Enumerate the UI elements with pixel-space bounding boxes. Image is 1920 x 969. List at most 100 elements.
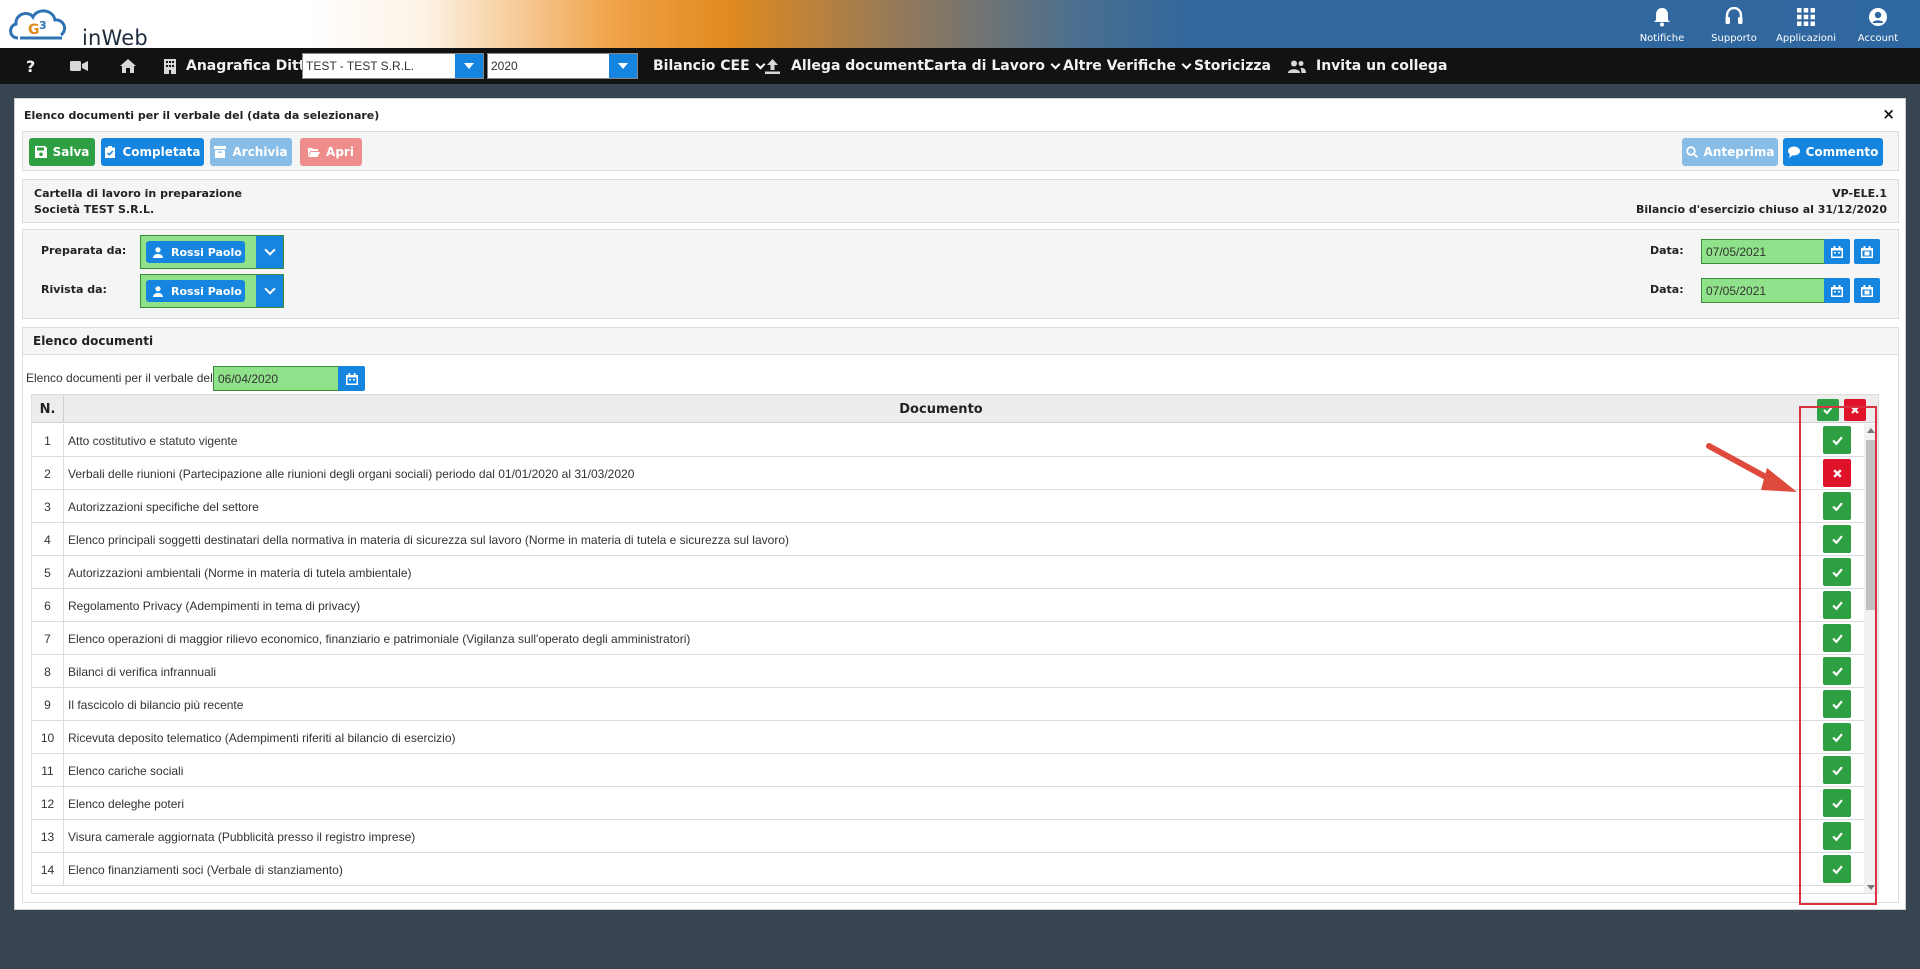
rivista-data-label: Data: xyxy=(1650,283,1684,296)
row-number: 5 xyxy=(32,556,64,589)
close-icon[interactable]: × xyxy=(1882,105,1895,123)
preparata-label: Preparata da: xyxy=(41,244,127,257)
verbale-calendar-button[interactable] xyxy=(338,366,365,391)
table-row: 9 Il fascicolo di bilancio più recente xyxy=(32,688,1878,721)
altre-verifiche-label: Altre Verifiche xyxy=(1063,58,1177,74)
storicizza-link[interactable]: Storicizza xyxy=(1194,48,1271,84)
row-document: Visura camerale aggiornata (Pubblicità p… xyxy=(68,829,416,844)
year-select-toggle[interactable] xyxy=(609,54,637,78)
account-button[interactable]: Account xyxy=(1842,0,1914,48)
table-row: 2 Verbali delle riunioni (Partecipazione … xyxy=(32,457,1878,490)
row-document: Bilanci di verifica infrannuali xyxy=(68,664,217,679)
period-text: Bilancio d'esercizio chiuso al 31/12/202… xyxy=(1635,203,1887,216)
archivia-button[interactable]: Archivia xyxy=(210,138,292,166)
user-icon xyxy=(153,246,163,258)
user-icon xyxy=(153,285,163,297)
video-camera-icon xyxy=(70,61,88,71)
rivista-user-dropdown[interactable] xyxy=(256,275,283,307)
table-row: 7 Elenco operazioni di maggior rilievo ec… xyxy=(32,622,1878,655)
preparata-user-name: Rossi Paolo xyxy=(171,245,242,259)
rivista-user-select[interactable]: Rossi Paolo xyxy=(140,274,284,308)
help-button[interactable]: ? xyxy=(26,48,35,84)
row-document: Elenco principali soggetti destinatari d… xyxy=(68,532,789,547)
row-number: 9 xyxy=(32,688,64,721)
carta-di-lavoro-label: Carta di Lavoro xyxy=(924,58,1045,74)
altre-verifiche-menu[interactable]: Altre Verifiche xyxy=(1063,48,1192,84)
documents-table: N. Documento 1 Atto costitutivo e statuto… xyxy=(31,394,1879,894)
panel-title: Elenco documenti per il verbale del (dat… xyxy=(24,109,380,122)
bell-icon xyxy=(1654,7,1670,26)
caret-down-icon xyxy=(618,63,628,69)
row-document: Ricevuta deposito telematico (Adempiment… xyxy=(68,730,456,745)
home-icon xyxy=(120,59,136,73)
row-document: Elenco operazioni di maggior rilievo eco… xyxy=(68,631,691,646)
status-text: Cartella di lavoro in preparazione xyxy=(34,187,242,200)
preparata-date-input[interactable]: 07/05/2021 xyxy=(1701,239,1825,264)
apps-button[interactable]: Applicazioni xyxy=(1770,0,1842,48)
apps-label: Applicazioni xyxy=(1776,32,1836,44)
bilancio-cee-label: Bilancio CEE xyxy=(653,58,750,74)
calendar-check-icon xyxy=(1861,245,1873,258)
completata-button[interactable]: Completata xyxy=(101,138,204,166)
documents-panel: Elenco documenti per il verbale del (dat… xyxy=(14,98,1906,910)
action-toolbar: Salva Completata Archivia Apri Anteprima… xyxy=(22,131,1899,171)
app-logo[interactable]: G 3 inWeb xyxy=(6,4,148,50)
annotation-highlight-box xyxy=(1799,406,1877,905)
annotation-arrow-icon xyxy=(1706,443,1797,492)
anagrafica-ditte-link[interactable]: Anagrafica Ditte xyxy=(164,48,315,84)
rivista-today-button[interactable] xyxy=(1854,278,1880,303)
commento-button[interactable]: Commento xyxy=(1783,138,1883,166)
apps-grid-icon xyxy=(1797,7,1815,26)
documents-list-box: Elenco documenti Elenco documenti per il… xyxy=(22,327,1899,903)
rivista-date-input[interactable]: 07/05/2021 xyxy=(1701,278,1825,303)
row-number: 1 xyxy=(32,424,64,457)
rivista-calendar-button[interactable] xyxy=(1824,278,1850,303)
row-document: Atto costitutivo e statuto vigente xyxy=(68,433,238,448)
support-button[interactable]: Supporto xyxy=(1698,0,1770,48)
signoff-box: Preparata da: Rossi Paolo Rivista da: Ro… xyxy=(22,229,1899,319)
invita-collega-link[interactable]: Invita un collega xyxy=(1288,48,1447,84)
preparata-calendar-button[interactable] xyxy=(1824,239,1850,264)
preparata-user-pill: Rossi Paolo xyxy=(146,241,245,263)
logo-text: inWeb xyxy=(82,26,148,50)
preparata-user-dropdown[interactable] xyxy=(256,236,283,268)
year-select[interactable]: 2020 xyxy=(487,53,638,79)
preparata-today-button[interactable] xyxy=(1854,239,1880,264)
row-number: 4 xyxy=(32,523,64,556)
carta-di-lavoro-menu[interactable]: Carta di Lavoro xyxy=(924,48,1061,84)
home-button[interactable] xyxy=(120,48,136,84)
table-row: 14 Elenco finanziamenti soci (Verbale di … xyxy=(32,853,1878,886)
verbale-date-input[interactable]: 06/04/2020 xyxy=(213,366,339,391)
floppy-disk-icon xyxy=(34,146,47,158)
help-label: ? xyxy=(26,56,36,76)
company-select[interactable]: TEST - TEST S.R.L. xyxy=(302,53,484,79)
anteprima-label: Anteprima xyxy=(1703,145,1775,159)
row-document: Elenco cariche sociali xyxy=(68,763,184,778)
completata-label: Completata xyxy=(122,145,201,159)
apri-button[interactable]: Apri xyxy=(300,138,362,166)
header-icons: Notifiche Supporto Applicazioni Account xyxy=(1626,0,1914,48)
building-icon xyxy=(164,58,176,74)
bilancio-cee-menu[interactable]: Bilancio CEE xyxy=(653,48,766,84)
rivista-label: Rivista da: xyxy=(41,283,107,296)
save-button[interactable]: Salva xyxy=(29,138,95,166)
rivista-user-name: Rossi Paolo xyxy=(171,284,242,298)
video-button[interactable] xyxy=(70,48,88,84)
company-select-toggle[interactable] xyxy=(455,54,483,78)
allega-documenti-link[interactable]: Allega documenti xyxy=(765,48,929,84)
row-number: 8 xyxy=(32,655,64,688)
calendar-icon xyxy=(1831,245,1843,258)
calendar-icon xyxy=(345,372,358,385)
comment-icon xyxy=(1787,146,1800,158)
calendar-icon xyxy=(1831,284,1843,297)
cloud-logo-icon: G 3 xyxy=(9,9,67,40)
user-circle-icon xyxy=(1869,7,1887,26)
notifications-button[interactable]: Notifiche xyxy=(1626,0,1698,48)
invita-collega-label: Invita un collega xyxy=(1316,58,1448,74)
anteprima-button[interactable]: Anteprima xyxy=(1682,138,1778,166)
preparata-user-select[interactable]: Rossi Paolo xyxy=(140,235,284,269)
clipboard-check-icon xyxy=(105,146,116,158)
support-label: Supporto xyxy=(1711,32,1757,44)
info-box: Cartella di lavoro in preparazione Socie… xyxy=(22,179,1899,223)
row-number: 11 xyxy=(32,754,64,787)
